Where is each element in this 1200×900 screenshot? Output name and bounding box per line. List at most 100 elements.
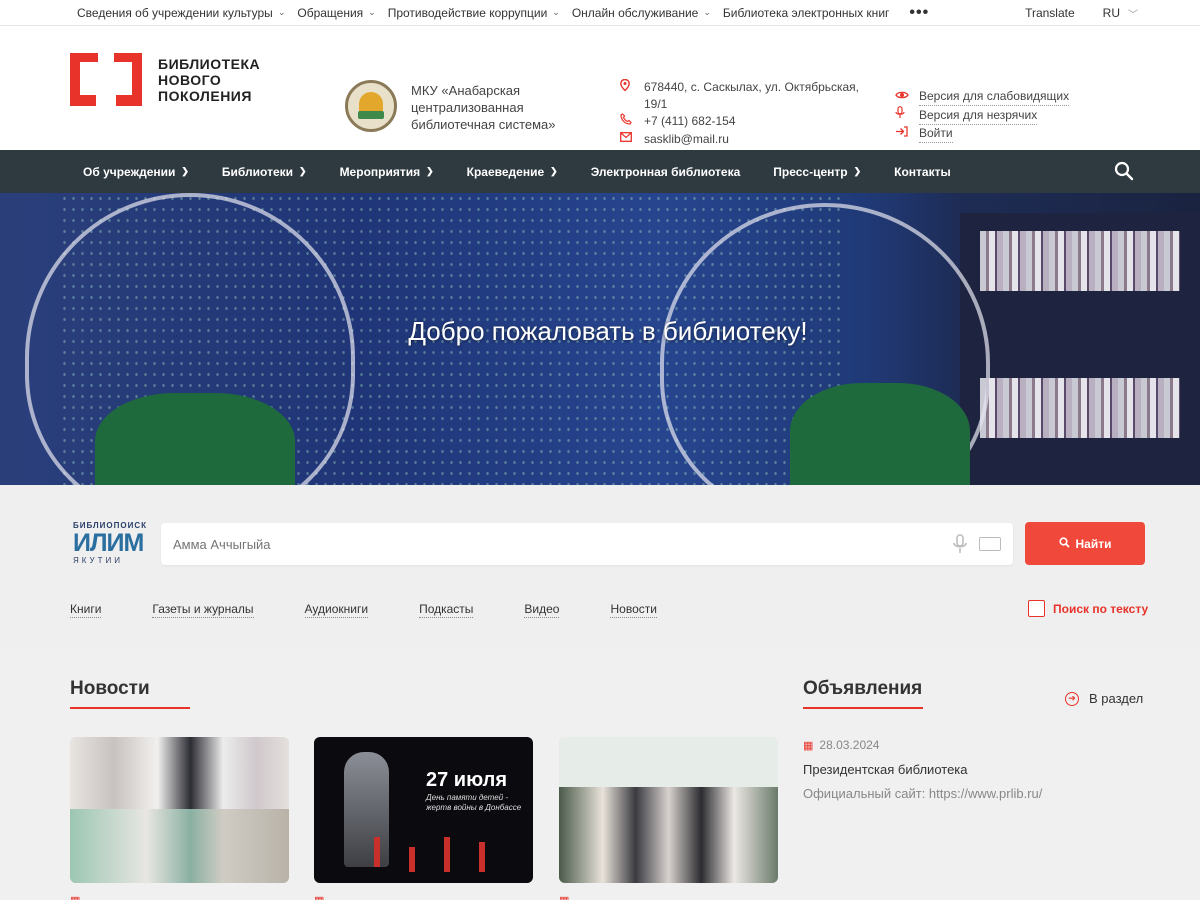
hero-bookshelf: [960, 213, 1200, 485]
chevron-down-icon: ⌄: [552, 7, 560, 17]
chevron-down-icon: ⌄: [368, 7, 376, 17]
news-card-2-subline1: День памяти детей -: [426, 793, 509, 802]
nav-item-libraries[interactable]: Библиотеки ❯: [222, 165, 307, 179]
news-underline: [70, 707, 190, 709]
phone-icon: [620, 113, 644, 131]
organization-info: МКУ «Анабарская централизованная библиот…: [345, 80, 581, 133]
hero-title: Добро пожаловать в библиотеку!: [408, 316, 808, 346]
site-logo[interactable]: БИБЛИОТЕКА НОВОГО ПОКОЛЕНИЯ: [70, 53, 260, 106]
category-video[interactable]: Видео: [524, 602, 560, 618]
top-bar: Сведения об учреждении культуры ⌄ Обращен…: [0, 0, 1200, 26]
news-card-3-date: ▦: [559, 894, 575, 900]
chevron-down-icon: ⌄: [703, 7, 711, 17]
hero-cushion-right: [790, 383, 970, 485]
news-card-1-date: ▦: [70, 894, 86, 900]
calendar-icon: ▦: [70, 894, 80, 900]
to-section-link[interactable]: ➔ В раздел: [1065, 691, 1143, 706]
voice-search-icon[interactable]: [952, 534, 968, 554]
text-search-toggle[interactable]: Поиск по тексту: [1028, 600, 1148, 617]
chevron-down-icon: ﹀: [1128, 9, 1138, 21]
search-icon[interactable]: [1114, 161, 1134, 181]
blind-row[interactable]: Версия для незрячих: [895, 106, 1069, 125]
address-row: 678440, с. Саскылах, ул. Октябрьская, 19…: [620, 78, 860, 113]
low-vision-link[interactable]: Версия для слабовидящих: [919, 88, 1070, 106]
top-menu-item-online-service[interactable]: Онлайн обслуживание ⌄: [572, 6, 711, 20]
arrow-right-icon: ➔: [1065, 691, 1079, 706]
chevron-down-icon: ❯: [426, 166, 434, 176]
nav-item-press-center[interactable]: Пресс-центр ❯: [773, 165, 861, 179]
top-menu-item-anticorruption[interactable]: Противодействие коррупции ⌄: [388, 6, 560, 20]
news-card-2-statue: [344, 752, 389, 867]
login-icon: [895, 125, 919, 143]
main-nav: Об учреждении ❯ Библиотеки ❯ Мероприятия ❯ …: [0, 150, 1200, 193]
news-card-2-subline2: жертв войны в Донбассе: [426, 803, 522, 812]
announcement-date: ▦ 28.03.2024: [803, 738, 880, 752]
news-card-2-date: ▦: [314, 894, 330, 900]
chevron-down-icon: ❯: [299, 166, 307, 176]
category-news[interactable]: Новости: [610, 602, 657, 618]
phone-row: +7 (411) 682-154: [620, 113, 860, 131]
accessibility-links: Версия для слабовидящих Версия для незря…: [895, 88, 1070, 143]
keyboard-icon[interactable]: [979, 537, 1001, 551]
hero-cushion-left: [95, 393, 295, 485]
translate-link[interactable]: Translate: [1025, 6, 1075, 20]
top-menu-item-ebook-library[interactable]: Библиотека электронных книг: [723, 6, 890, 20]
news-card-2-heading: 27 июля: [426, 769, 508, 791]
chevron-down-icon: ❯: [550, 166, 558, 176]
announcements-title: Объявления: [803, 678, 923, 699]
address-text: 678440, с. Саскылах, ул. Октябрьская, 19…: [644, 80, 860, 111]
category-periodicals[interactable]: Газеты и журналы: [152, 602, 254, 618]
nav-item-contacts[interactable]: Контакты: [894, 165, 951, 179]
language-value: RU: [1102, 6, 1120, 20]
content-section: Новости 27 июля День памяти детей - жерт…: [0, 649, 1200, 900]
organization-name: МКУ «Анабарская централизованная библиот…: [411, 83, 556, 132]
top-menu-item-appeals[interactable]: Обращения ⌄: [297, 6, 375, 20]
search-icon: [1058, 536, 1070, 551]
category-books[interactable]: Книги: [70, 602, 102, 618]
login-link[interactable]: Войти: [919, 125, 953, 143]
category-podcasts[interactable]: Подкасты: [419, 602, 474, 618]
search-section: БИБЛИОПОИСК ИЛИМ ЯКУТИИ Найти Книги Газе…: [0, 485, 1200, 649]
news-card-1[interactable]: [70, 737, 289, 883]
nav-item-e-library[interactable]: Электронная библиотека: [591, 165, 741, 179]
search-input[interactable]: [161, 523, 1013, 565]
login-row[interactable]: Войти: [895, 125, 1069, 143]
mail-icon: [620, 131, 644, 148]
site-header: БИБЛИОТЕКА НОВОГО ПОКОЛЕНИЯ МКУ «Анабарс…: [0, 26, 1200, 150]
search-categories: Книги Газеты и журналы Аудиокниги Подкас…: [70, 602, 708, 618]
contacts-block: 678440, с. Саскылах, ул. Октябрьская, 19…: [620, 78, 860, 148]
top-menu-item-culture-info[interactable]: Сведения об учреждении культуры ⌄: [77, 6, 285, 20]
chevron-down-icon: ⌄: [277, 7, 286, 17]
low-vision-row[interactable]: Версия для слабовидящих: [895, 88, 1070, 106]
language-select[interactable]: RU ﹀: [1103, 6, 1138, 21]
nav-item-events[interactable]: Мероприятия ❯: [340, 165, 434, 179]
chevron-down-icon: ❯: [181, 166, 189, 176]
announcement-body: Официальный сайт: https://www.prlib.ru/: [803, 786, 1043, 801]
calendar-icon: ▦: [314, 894, 324, 900]
news-card-3[interactable]: [559, 737, 778, 883]
blind-version-link[interactable]: Версия для незрячих: [919, 107, 1038, 125]
announcements-underline: [803, 707, 923, 709]
eye-icon: [895, 89, 919, 106]
email-row: sasklib@mail.ru: [620, 131, 860, 148]
news-title: Новости: [70, 678, 150, 699]
book-logo-icon: [70, 53, 142, 106]
bibliopoisk-logo[interactable]: БИБЛИОПОИСК ИЛИМ ЯКУТИИ: [73, 521, 149, 565]
phone-link[interactable]: +7 (411) 682-154: [644, 113, 736, 130]
news-card-2[interactable]: 27 июля День памяти детей - жертв войны …: [314, 737, 533, 883]
nav-item-about[interactable]: Об учреждении ❯: [83, 165, 189, 179]
nav-item-local-history[interactable]: Краеведение ❯: [467, 165, 558, 179]
logo-text: БИБЛИОТЕКА НОВОГО ПОКОЛЕНИЯ: [158, 55, 261, 104]
email-link[interactable]: sasklib@mail.ru: [644, 131, 729, 148]
top-bar-right: Translate RU ﹀: [1025, 0, 1138, 26]
more-icon[interactable]: •••: [909, 4, 929, 22]
calendar-icon: ▦: [803, 739, 814, 752]
calendar-icon: ▦: [559, 894, 569, 900]
text-search-checkbox[interactable]: [1028, 600, 1045, 617]
category-audiobooks[interactable]: Аудиокниги: [304, 602, 369, 618]
announcement-title[interactable]: Президентская библиотека: [803, 762, 968, 777]
organization-emblem: [345, 80, 397, 132]
microphone-icon: [895, 106, 919, 125]
find-button[interactable]: Найти: [1025, 522, 1145, 565]
location-pin-icon: [620, 78, 644, 97]
